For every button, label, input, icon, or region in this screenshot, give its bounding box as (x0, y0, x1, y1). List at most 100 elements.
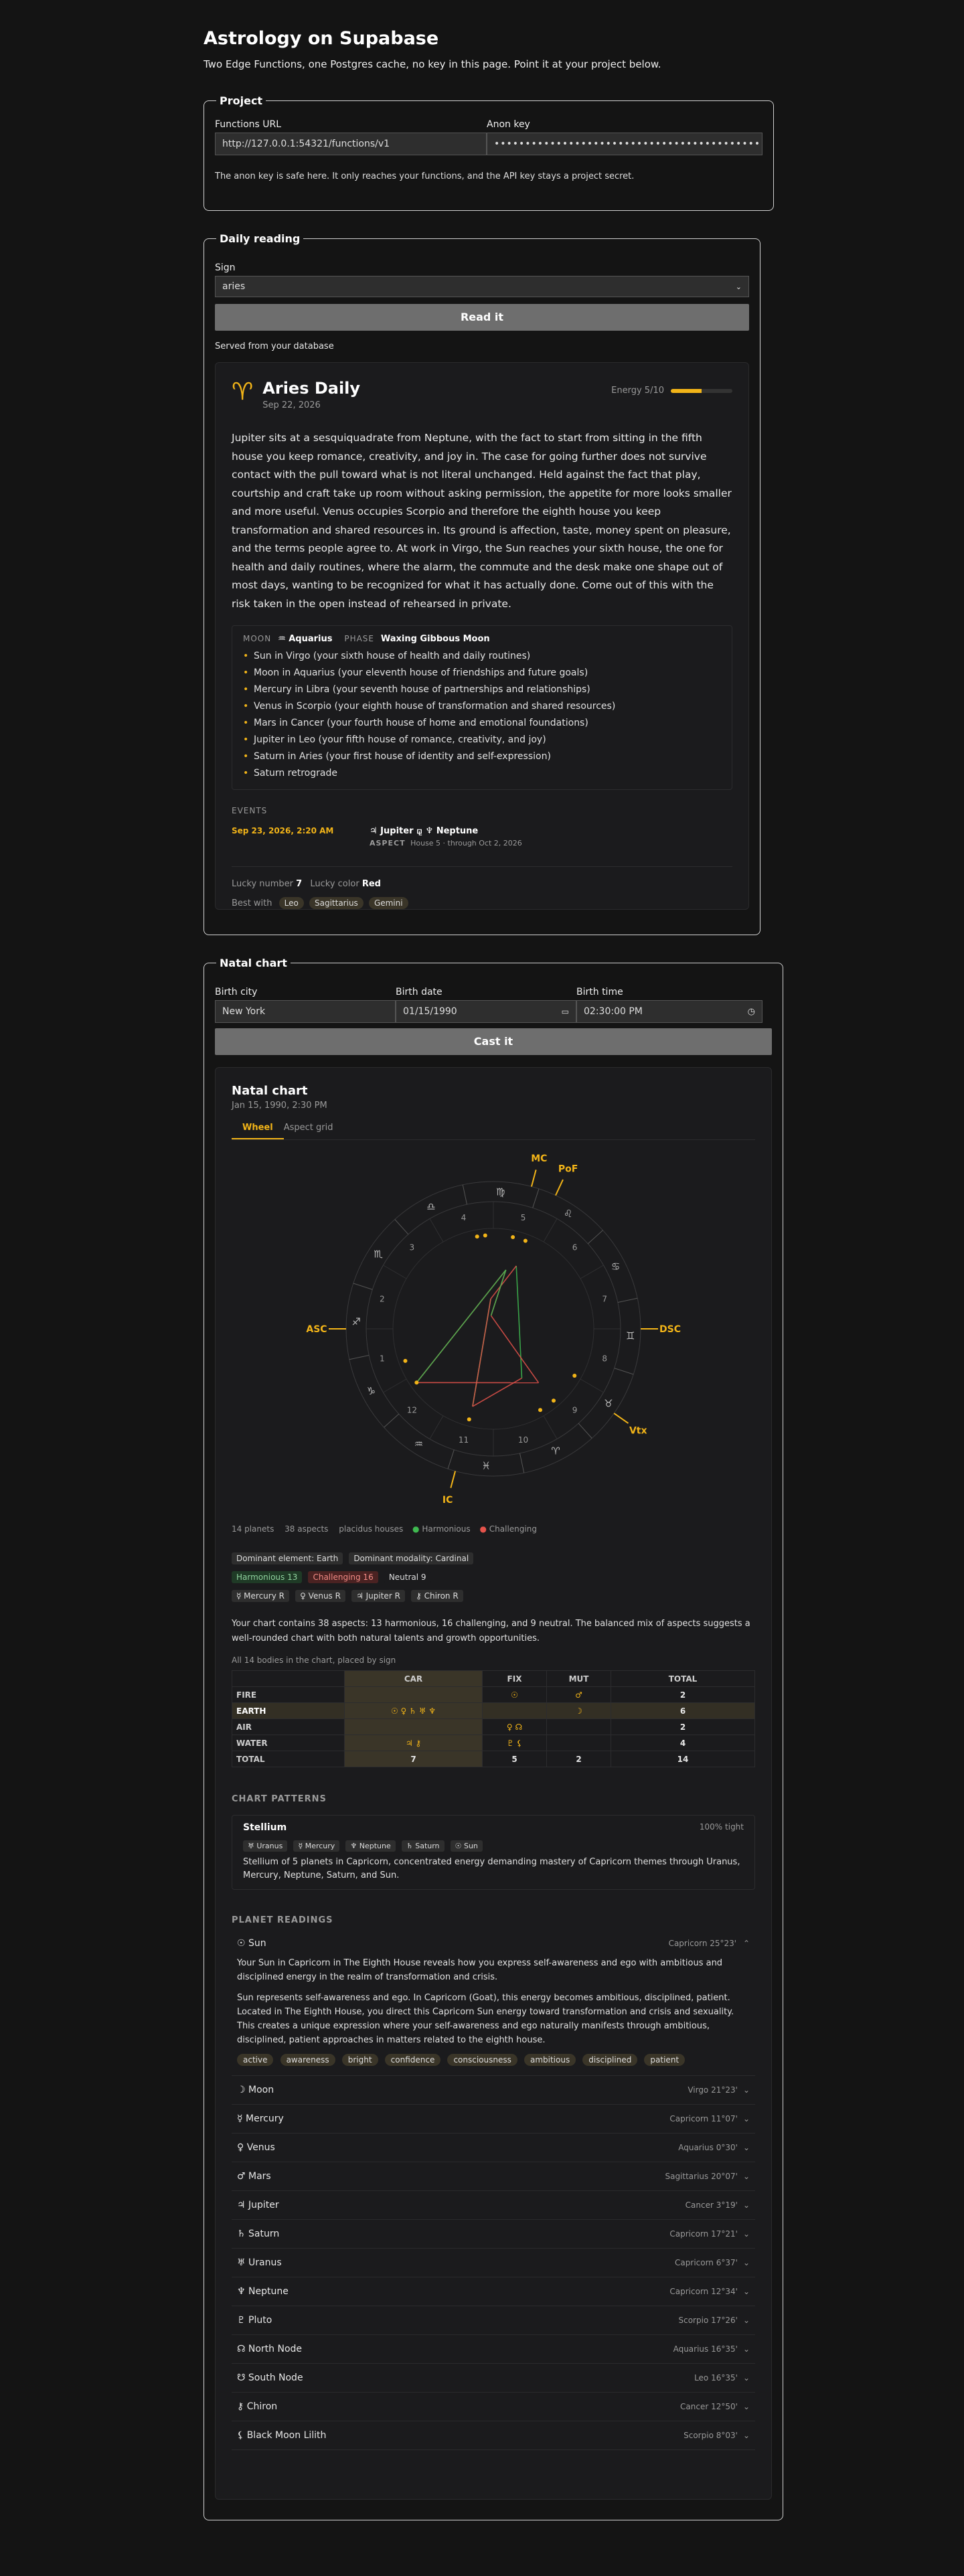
reading-row[interactable]: ☿ Mercury Capricorn 11°07' ⌄ (232, 2105, 755, 2134)
house-cusp-line (429, 1218, 444, 1242)
sign-divider (462, 1184, 467, 1205)
keyword-chip: confidence (384, 2054, 441, 2066)
sign-select[interactable]: aries ⌄ (215, 276, 749, 297)
reading-row[interactable]: ♃ Jupiter Cancer 3°19' ⌄ (232, 2191, 755, 2220)
phase-value: Waxing Gibbous Moon (380, 634, 490, 644)
reading-row[interactable]: ☽ Moon Virgo 21°23' ⌄ (232, 2076, 755, 2105)
birth-city-input[interactable]: New York (215, 1000, 396, 1023)
house-number: 8 (602, 1354, 607, 1364)
planet-marker (572, 1374, 577, 1378)
page-title: Astrology on Supabase (204, 28, 439, 49)
project-legend: Project (220, 94, 263, 107)
retro-tag: ☿ Mercury R (232, 1590, 289, 1602)
reading-position: Capricorn 12°34' (669, 2287, 738, 2296)
daily-card-title: Aries Daily (262, 379, 361, 398)
clock-icon[interactable]: ◷ (748, 1007, 755, 1017)
tab-aspect-grid[interactable]: Aspect grid (284, 1123, 344, 1139)
energy-bar-fill (671, 388, 702, 393)
row-label: AIR (232, 1718, 345, 1735)
chevron-up-icon: ⌃ (742, 1939, 750, 1948)
row-label: WATER (232, 1735, 345, 1751)
chevron-down-icon: ⌄ (742, 2258, 750, 2267)
table-row: TOTAL 7 5 2 14 (232, 1751, 755, 1767)
table-cell (546, 1735, 611, 1751)
house-number: 9 (572, 1406, 578, 1415)
sign-divider (614, 1368, 634, 1375)
sign-divider (587, 1230, 603, 1244)
birth-time-input[interactable]: 02:30:00 PM ◷ (576, 1000, 762, 1023)
keyword-chip: disciplined (582, 2054, 638, 2066)
keyword-chip: awareness (280, 2054, 335, 2066)
positions-list: Sun in Virgo (your sixth house of health… (243, 648, 721, 782)
cast-it-button[interactable]: Cast it (215, 1028, 772, 1055)
table-cell (546, 1718, 611, 1735)
tab-wheel[interactable]: Wheel (232, 1123, 284, 1139)
table-cell: ♂ (546, 1686, 611, 1703)
chevron-down-icon: ⌄ (742, 2373, 750, 2383)
reading-row[interactable]: ☊ North Node Aquarius 16°35' ⌄ (232, 2335, 755, 2364)
harmonious-tag: Harmonious 13 (232, 1571, 303, 1583)
reading-row[interactable]: ♄ Saturn Capricorn 17°21' ⌄ (232, 2220, 755, 2249)
house-cusp-line (580, 1265, 604, 1279)
list-item: Jupiter in Leo (your fifth house of roma… (243, 732, 721, 748)
table-header: TOTAL (611, 1670, 755, 1687)
keyword-chip: bright (341, 2054, 378, 2066)
birth-date-input[interactable]: 01/15/1990 ▭ (396, 1000, 576, 1023)
birth-date-label: Birth date (396, 987, 443, 997)
reading-row[interactable]: ♂ Mars Sagittarius 20°07' ⌄ (232, 2162, 755, 2191)
table-caption: All 14 bodies in the chart, placed by si… (232, 1656, 396, 1665)
reading-planet: ♄ Saturn (237, 2229, 280, 2239)
keyword-chip: consciousness (447, 2054, 517, 2066)
reading-planet: ♃ Jupiter (237, 2200, 279, 2210)
read-it-button[interactable]: Read it (215, 304, 749, 331)
anon-key-input[interactable]: ••••••••••••••••••••••••••••••••••••••••… (487, 133, 762, 155)
reading-row[interactable]: ♇ Pluto Scorpio 17°26' ⌄ (232, 2306, 755, 2335)
aspect-line (490, 1315, 540, 1383)
reading-planet: ♂ Mars (237, 2171, 271, 2182)
functions-url-input[interactable]: http://127.0.0.1:54321/functions/v1 (215, 133, 487, 155)
reading-row[interactable]: ♀ Venus Aquarius 0°30' ⌄ (232, 2134, 755, 2162)
reading-row[interactable]: ♆ Neptune Capricorn 12°34' ⌄ (232, 2277, 755, 2306)
anon-key-label: Anon key (487, 119, 530, 130)
birth-date-value: 01/15/1990 (403, 1006, 457, 1017)
planet-marker (551, 1398, 556, 1403)
reading-planet: ☿ Mercury (237, 2113, 284, 2124)
aspect-line (490, 1269, 507, 1316)
reading-position: Capricorn 25°23' (668, 1939, 737, 1948)
sign-select-value: aries (222, 281, 246, 292)
calendar-icon[interactable]: ▭ (562, 1007, 569, 1016)
table-header: CAR (344, 1670, 483, 1687)
table-cell (344, 1686, 483, 1703)
source-note: Served from your database (215, 341, 334, 351)
angle-line-mc (530, 1170, 537, 1187)
reading-row[interactable]: ⚷ Chiron Cancer 12°50' ⌄ (232, 2393, 755, 2421)
table-row: EARTH ☉ ♀ ♄ ♅ ♆ ☽ 6 (232, 1702, 755, 1719)
pattern-planet-tag: ♄ Saturn (401, 1840, 445, 1852)
sign-glyph: ♓ (482, 1460, 491, 1472)
angle-line-pof (555, 1179, 564, 1196)
moon-value: ♒ Aquarius (278, 634, 333, 644)
reading-row[interactable]: ⚸ Black Moon Lilith Scorpio 8°03' ⌄ (232, 2421, 755, 2450)
reading-row[interactable]: ☋ South Node Leo 16°35' ⌄ (232, 2364, 755, 2393)
angle-line-ic (450, 1471, 457, 1488)
natal-legend: Natal chart (220, 957, 287, 969)
sign-glyph: ♌ (564, 1208, 572, 1220)
challenging-tag: Challenging 16 (308, 1571, 378, 1583)
challenging-legend: Challenging (489, 1524, 537, 1534)
table-cell: ♀ ☊ (482, 1718, 547, 1735)
angle-line-vtx (613, 1413, 629, 1424)
house-number: 7 (602, 1294, 607, 1303)
list-item: Sun in Virgo (your sixth house of health… (243, 648, 721, 665)
reading-sun: ☉ Sun Capricorn 25°23' ⌃ Your Sun in Cap… (232, 1931, 755, 2076)
natal-card: Natal chart Jan 15, 1990, 2:30 PM Wheel … (215, 1067, 772, 2500)
reading-position: Scorpio 8°03' (684, 2431, 738, 2440)
reading-header[interactable]: ☉ Sun Capricorn 25°23' ⌃ (232, 1931, 755, 1956)
sky-box: MOON ♒ Aquarius PHASE Waxing Gibbous Moo… (232, 625, 732, 790)
functions-url-label: Functions URL (215, 119, 282, 130)
table-cell: 6 (611, 1702, 755, 1719)
reading-row[interactable]: ♅ Uranus Capricorn 6°37' ⌄ (232, 2249, 755, 2277)
sign-glyph: ♎ (426, 1200, 435, 1212)
aspect-summary: Your chart contains 38 aspects: 13 harmo… (232, 1619, 750, 1643)
element-modality-table: CAR FIX MUT TOTAL FIRE ☉ ♂ 2 EARTH ☉ ♀ ♄… (232, 1670, 755, 1767)
daily-card: ♈ Aries Daily Sep 22, 2026 Energy 5/10 J… (215, 362, 749, 910)
